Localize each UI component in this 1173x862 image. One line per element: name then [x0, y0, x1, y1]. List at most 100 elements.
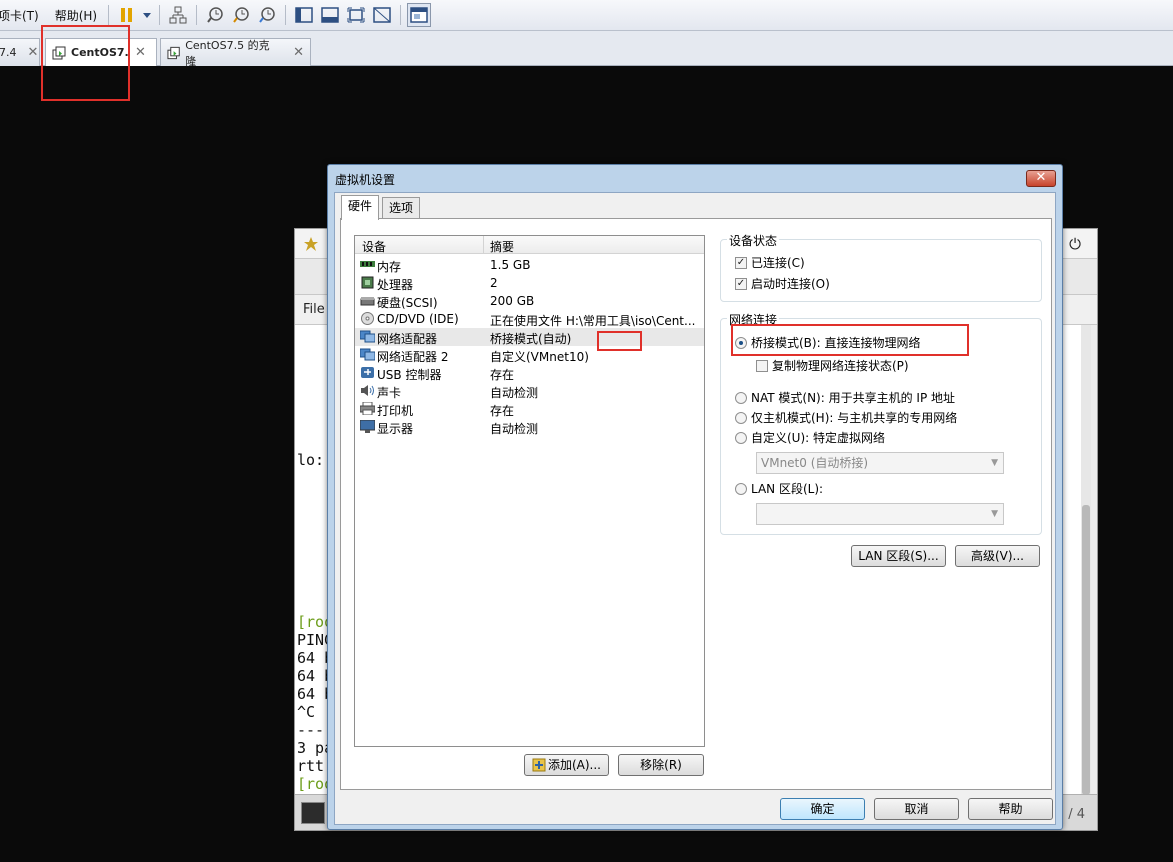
console-view-icon[interactable]	[407, 3, 432, 27]
scrollbar-thumb[interactable]	[1082, 505, 1090, 795]
device-summary: 自动检测	[490, 422, 539, 436]
radio-unselected[interactable]	[735, 391, 747, 404]
add-device-button[interactable]: 添加(A)...	[524, 754, 609, 776]
device-row-cdrom[interactable]: CD/DVD (IDE) 正在使用文件 H:\常用工具\iso\Cent...	[355, 310, 704, 328]
device-row-usb[interactable]: USB 控制器 存在	[355, 364, 704, 382]
device-name: 显示器	[377, 422, 414, 436]
network-adapter-icon	[360, 330, 375, 343]
checkbox-unchecked[interactable]	[756, 359, 768, 372]
radio-unselected[interactable]	[735, 431, 747, 444]
snapshot-revert-icon[interactable]	[229, 3, 253, 27]
device-row-display[interactable]: 显示器 自动检测	[355, 418, 704, 436]
device-row-processor[interactable]: 处理器 2	[355, 274, 704, 292]
lan-segment-select[interactable]: ▼	[756, 503, 1004, 525]
custom-network-select[interactable]: VMnet0 (自动桥接) ▼	[756, 452, 1004, 474]
device-row-network-adapter[interactable]: 网络适配器 桥接模式(自动)	[355, 328, 704, 346]
column-divider[interactable]	[483, 236, 484, 254]
nat-label: NAT 模式(N): 用于共享主机的 IP 地址	[751, 391, 956, 405]
terminal-line: lo:	[297, 451, 325, 469]
tab-options[interactable]: 选项	[382, 197, 421, 219]
highlight-box-bridged	[731, 324, 969, 356]
menu-file[interactable]: File	[303, 302, 325, 317]
snapshot-manager-icon[interactable]	[255, 3, 279, 27]
tab-hardware[interactable]: 硬件	[341, 195, 380, 220]
connect-on-start-label: 启动时连接(O)	[751, 277, 830, 291]
host-only-label: 仅主机模式(H): 与主机共享的专用网络	[751, 411, 958, 425]
advanced-button[interactable]: 高级(V)...	[955, 545, 1040, 567]
sound-icon	[361, 385, 374, 396]
snapshot-icon[interactable]	[203, 3, 227, 27]
printer-icon	[360, 402, 375, 415]
fullscreen-icon[interactable]	[344, 3, 368, 27]
toolbar-separator	[285, 5, 287, 25]
thumbnail-view-icon[interactable]	[318, 3, 342, 27]
custom-label: 自定义(U): 特定虚拟网络	[751, 431, 886, 445]
close-icon[interactable]: ✕	[135, 45, 146, 60]
toolbar-separator	[108, 5, 110, 25]
sidebar-view-icon[interactable]	[292, 3, 316, 27]
usb-icon	[361, 367, 374, 378]
device-name: 硬盘(SCSI)	[377, 296, 438, 310]
device-list[interactable]: 设备 摘要 内存 1.5 GB 处理器 2 硬盘(SCSI) 200 GB CD…	[354, 235, 705, 747]
device-summary: 存在	[490, 368, 515, 382]
dialog-titlebar[interactable]: 虚拟机设置 ✕	[328, 165, 1062, 192]
connect-on-start-checkbox[interactable]: ✓ 启动时连接(O)	[735, 275, 830, 292]
page-indicator: / 4	[1068, 807, 1085, 822]
device-name: 网络适配器 2	[377, 350, 449, 364]
help-button[interactable]: 帮助	[968, 798, 1053, 820]
tab-label: 7.4	[0, 46, 17, 59]
unity-icon[interactable]	[370, 3, 394, 27]
device-name: CD/DVD (IDE)	[377, 312, 459, 326]
dropdown-arrow-icon[interactable]	[141, 3, 153, 27]
device-row-sound[interactable]: 声卡 自动检测	[355, 382, 704, 400]
column-header-device[interactable]: 设备	[362, 238, 386, 255]
cancel-button[interactable]: 取消	[874, 798, 959, 820]
device-row-memory[interactable]: 内存 1.5 GB	[355, 256, 704, 274]
tab-centos75-clone[interactable]: CentOS7.5 的克隆 ✕	[160, 38, 311, 68]
cdrom-icon	[361, 312, 374, 325]
close-icon[interactable]: ✕	[293, 45, 304, 60]
network-icon[interactable]	[166, 3, 190, 27]
memory-icon	[360, 261, 375, 267]
device-row-network-adapter-2[interactable]: 网络适配器 2 自定义(VMnet10)	[355, 346, 704, 364]
remove-device-button[interactable]: 移除(R)	[618, 754, 704, 776]
radio-unselected[interactable]	[735, 482, 747, 495]
hardware-panel: 设备 摘要 内存 1.5 GB 处理器 2 硬盘(SCSI) 200 GB CD…	[340, 218, 1052, 790]
nat-radio[interactable]: NAT 模式(N): 用于共享主机的 IP 地址	[735, 389, 955, 406]
toolbar-separator	[400, 5, 402, 25]
replicate-state-checkbox[interactable]: 复制物理网络连接状态(P)	[756, 357, 909, 374]
device-name: USB 控制器	[377, 368, 442, 382]
lan-segments-button[interactable]: LAN 区段(S)...	[851, 545, 946, 567]
terminal-scrollbar[interactable]	[1081, 325, 1091, 795]
vm-tab-bar: 7.4 ✕ CentOS7.5 ✕ CentOS7.5 的克隆 ✕	[0, 31, 1173, 68]
toolbar-separator	[196, 5, 198, 25]
device-name: 内存	[377, 260, 402, 274]
device-row-printer[interactable]: 打印机 存在	[355, 400, 704, 418]
device-name: 网络适配器	[377, 332, 438, 346]
menubar: 项卡(T) 帮助(H)	[0, 0, 1173, 31]
menu-help[interactable]: 帮助(H)	[49, 7, 103, 24]
replicate-state-label: 复制物理网络连接状态(P)	[772, 359, 909, 373]
menu-tabs[interactable]: 项卡(T)	[0, 7, 45, 24]
device-summary: 桥接模式(自动)	[490, 332, 572, 346]
power-icon[interactable]: ⏻	[1069, 235, 1081, 253]
ok-button[interactable]: 确定	[780, 798, 865, 820]
lan-segment-radio[interactable]: LAN 区段(L):	[735, 480, 823, 497]
host-only-radio[interactable]: 仅主机模式(H): 与主机共享的专用网络	[735, 409, 957, 426]
radio-unselected[interactable]	[735, 411, 747, 424]
tab-centos74[interactable]: 7.4 ✕	[0, 38, 40, 66]
pause-icon[interactable]	[115, 3, 139, 27]
checkbox-checked[interactable]: ✓	[735, 277, 747, 290]
checkbox-checked[interactable]: ✓	[735, 256, 747, 269]
custom-radio[interactable]: 自定义(U): 特定虚拟网络	[735, 429, 885, 446]
connected-checkbox[interactable]: ✓ 已连接(C)	[735, 254, 805, 271]
device-summary: 2	[490, 276, 498, 290]
column-header-summary[interactable]: 摘要	[490, 238, 514, 255]
close-icon[interactable]: ✕	[1026, 170, 1056, 187]
device-row-harddisk[interactable]: 硬盘(SCSI) 200 GB	[355, 292, 704, 310]
custom-network-value: VMnet0 (自动桥接)	[761, 456, 869, 470]
terminal-icon[interactable]	[301, 802, 325, 824]
device-summary: 自定义(VMnet10)	[490, 350, 589, 364]
close-icon[interactable]: ✕	[28, 45, 39, 60]
device-name: 声卡	[377, 386, 402, 400]
